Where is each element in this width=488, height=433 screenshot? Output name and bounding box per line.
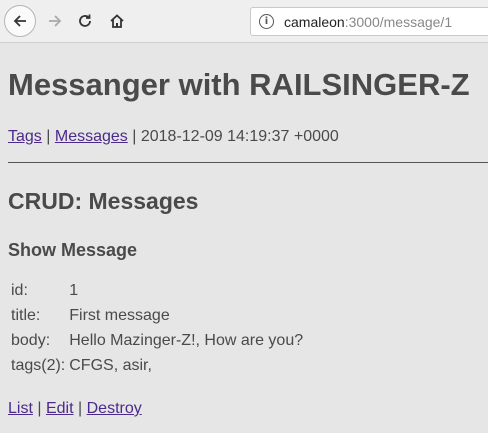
reload-icon [79, 14, 91, 27]
field-row-tags: tags(2): CFGS, asir, [8, 357, 307, 382]
field-label: id: [11, 282, 28, 299]
edit-link[interactable]: Edit [46, 400, 74, 417]
field-value: CFGS, asir, [69, 357, 152, 374]
field-label: title: [11, 307, 41, 324]
url-host: camaleon [284, 13, 345, 30]
timestamp: 2018-12-09 14:19:37 +0000 [140, 128, 339, 145]
field-label: body: [11, 332, 51, 349]
destroy-link[interactable]: Destroy [87, 400, 142, 417]
divider [8, 162, 488, 163]
action-separator: | [37, 400, 42, 417]
subtitle: Show Message [8, 240, 138, 260]
info-icon[interactable]: i [259, 14, 274, 29]
address-bar[interactable]: i camaleon:3000/message/1 [250, 7, 488, 36]
tags-link[interactable]: Tags [8, 128, 42, 145]
reload-button[interactable] [70, 6, 100, 36]
list-link[interactable]: List [8, 400, 33, 417]
section-title: CRUD: Messages [8, 188, 199, 214]
home-icon [110, 14, 124, 28]
top-nav: Tags | Messages | 2018-12-09 14:19:37 +0… [8, 128, 339, 146]
nav-separator: | [132, 128, 137, 145]
arrow-left-icon [13, 15, 26, 27]
browser-toolbar: i camaleon:3000/message/1 [0, 0, 488, 43]
nav-separator: | [46, 128, 51, 145]
field-value: First message [69, 307, 170, 324]
field-row-body: body: Hello Mazinger-Z!, How are you? [8, 332, 307, 357]
message-detail-table: id: 1 title: First message body: Hello M… [8, 282, 307, 382]
field-value: Hello Mazinger-Z!, How are you? [69, 332, 304, 349]
field-row-title: title: First message [8, 307, 307, 332]
field-value: 1 [69, 282, 79, 299]
action-links: List | Edit | Destroy [8, 400, 142, 418]
arrow-right-icon [49, 15, 62, 27]
field-label: tags(2): [11, 357, 66, 374]
messages-link[interactable]: Messages [55, 128, 128, 145]
action-separator: | [78, 400, 83, 417]
home-button[interactable] [102, 6, 132, 36]
back-button[interactable] [4, 5, 36, 37]
page-title: Messanger with RAILSINGER-Z [8, 67, 470, 102]
url-path: :3000/message/1 [344, 13, 453, 30]
forward-button[interactable] [40, 6, 70, 36]
field-row-id: id: 1 [8, 282, 307, 307]
